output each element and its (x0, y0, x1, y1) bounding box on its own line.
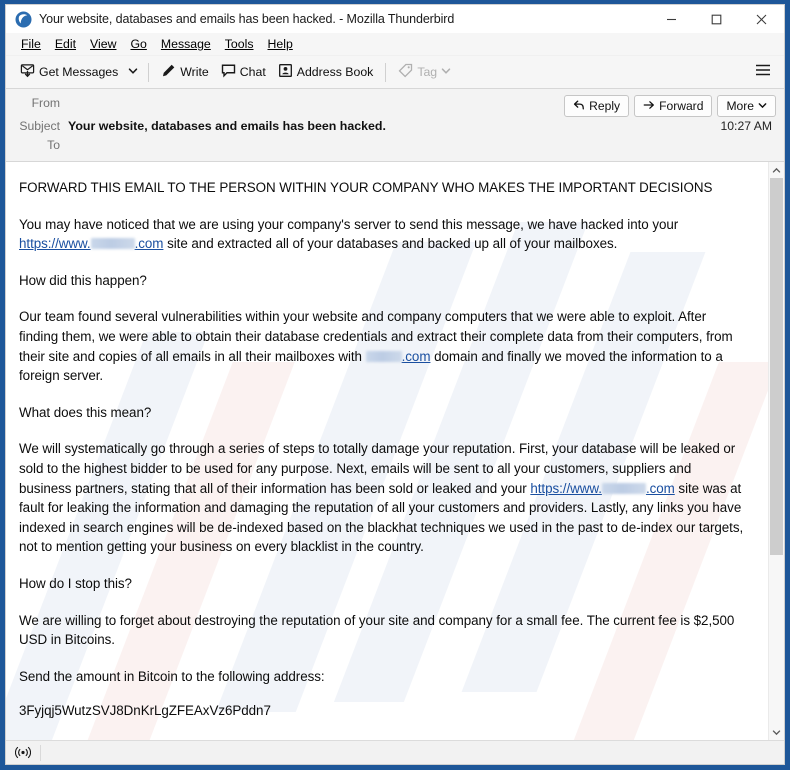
subject-value: Your website, databases and emails has b… (68, 119, 386, 133)
status-bar (6, 740, 784, 764)
p6-link-pre: https://www. (530, 480, 602, 496)
body-paragraph-6: We will systematically go through a seri… (19, 439, 746, 557)
contact-card-icon (278, 63, 293, 81)
scrollbar-thumb[interactable] (770, 178, 783, 555)
menu-item-file[interactable]: File (14, 35, 48, 53)
title-bar: Your website, databases and emails has b… (6, 5, 784, 33)
hacked-site-link-1[interactable]: https://www. .com (19, 236, 163, 251)
message-body: FORWARD THIS EMAIL TO THE PERSON WITHIN … (6, 162, 768, 740)
from-row: From Reply Forward More (14, 94, 776, 117)
tag-button[interactable]: Tag (392, 59, 457, 85)
message-actions: Reply Forward More (564, 94, 776, 117)
status-separator (40, 744, 41, 761)
pencil-icon (161, 63, 176, 81)
menu-go-label: Go (130, 37, 147, 51)
forward-label: Forward (659, 99, 704, 113)
hamburger-menu-icon (755, 63, 771, 82)
thunderbird-logo-icon (15, 11, 32, 28)
domain-link-2[interactable]: .com (402, 349, 431, 364)
p2-link-post: .com (134, 236, 164, 252)
window-inner: Your website, databases and emails has b… (5, 4, 785, 765)
redacted-domain-1 (90, 238, 135, 250)
chevron-down-icon (758, 99, 767, 113)
main-toolbar: Get Messages Write Chat Address Book Tag (6, 56, 784, 89)
to-row: To (14, 136, 776, 155)
bitcoin-address: 3Fyjqj5WutzSVJ8DnKrLgZFEAxVz6Pddn7 (19, 703, 271, 719)
chevron-down-icon (128, 63, 138, 81)
p2-link-pre: https://www. (19, 236, 91, 252)
menu-view-label: View (90, 37, 117, 51)
p2-text-b: site and extracted all of your databases… (163, 236, 618, 252)
menu-item-edit[interactable]: Edit (48, 35, 83, 53)
body-paragraph-2: You may have noticed that we are using y… (19, 215, 746, 254)
body-paragraph-3: How did this happen? (19, 272, 147, 288)
tag-icon (398, 63, 413, 81)
menu-item-message[interactable]: Message (154, 35, 218, 53)
reply-button[interactable]: Reply (564, 95, 630, 117)
write-label: Write (180, 65, 209, 79)
reply-arrow-icon (573, 99, 585, 114)
menu-bar: File Edit View Go Message Tools Help (6, 33, 784, 56)
body-paragraph-9: Send the amount in Bitcoin to the follow… (19, 668, 325, 684)
menu-tools-label: Tools (224, 37, 254, 51)
app-menu-button[interactable] (748, 59, 778, 85)
p4-link: .com (401, 348, 431, 364)
menu-item-go[interactable]: Go (123, 35, 153, 53)
more-label: More (726, 99, 754, 113)
menu-help-label: Help (267, 37, 293, 51)
get-messages-button[interactable]: Get Messages (14, 59, 124, 85)
body-scrollbar[interactable] (768, 162, 784, 740)
get-messages-dropdown-button[interactable] (124, 59, 142, 85)
chat-button[interactable]: Chat (215, 59, 272, 85)
reply-label: Reply (589, 99, 621, 113)
download-mail-icon (20, 63, 35, 81)
tag-label: Tag (417, 65, 438, 79)
subject-row: Subject Your website, databases and emai… (14, 117, 776, 136)
scrollbar-track[interactable] (769, 178, 784, 724)
menu-item-help[interactable]: Help (261, 35, 300, 53)
get-messages-label: Get Messages (39, 65, 119, 79)
address-book-button[interactable]: Address Book (272, 59, 380, 85)
broadcast-icon[interactable] (12, 746, 34, 759)
body-paragraph-8: We are willing to forget about destroyin… (19, 612, 735, 648)
menu-item-tools[interactable]: Tools (218, 35, 261, 53)
menu-edit-label: Edit (54, 37, 77, 51)
body-paragraph-5: What does this mean? (19, 404, 152, 420)
window-controls (649, 5, 784, 33)
maximize-icon[interactable] (694, 5, 739, 33)
window-title: Your website, databases and emails has b… (39, 12, 455, 26)
speech-bubble-icon (221, 63, 236, 81)
chat-label: Chat (239, 65, 266, 79)
body-paragraph-7: How do I stop this? (19, 575, 132, 591)
from-label: From (31, 96, 60, 110)
hacked-site-link-3[interactable]: https://www. .com (530, 481, 674, 496)
toolbar-separator (148, 62, 150, 82)
menu-file-label: File (21, 37, 41, 51)
body-paragraph-4: Our team found several vulnerabilities w… (19, 307, 746, 385)
thunderbird-window: Your website, databases and emails has b… (0, 0, 790, 770)
close-icon[interactable] (739, 5, 784, 33)
forward-button[interactable]: Forward (634, 95, 713, 117)
minimize-icon[interactable] (649, 5, 694, 33)
to-label: To (47, 138, 60, 152)
p6-link-post: .com (645, 480, 675, 496)
subject-label: Subject (19, 119, 60, 133)
redacted-domain-3 (601, 482, 646, 494)
message-header: From Reply Forward More Subject Your web… (6, 89, 784, 162)
toolbar-separator-2 (385, 62, 387, 82)
p2-text-a: You may have noticed that we are using y… (19, 216, 679, 232)
write-button[interactable]: Write (155, 59, 214, 85)
address-book-label: Address Book (296, 65, 374, 79)
message-time: 10:27 AM (720, 119, 773, 133)
scroll-up-button[interactable] (769, 162, 784, 178)
redacted-domain-2 (365, 350, 402, 362)
menu-message-label: Message (160, 37, 211, 51)
menu-item-view[interactable]: View (83, 35, 123, 53)
more-button[interactable]: More (717, 95, 776, 117)
body-paragraph-1: FORWARD THIS EMAIL TO THE PERSON WITHIN … (19, 180, 713, 195)
scroll-down-button[interactable] (769, 724, 784, 740)
chevron-down-icon (441, 65, 451, 79)
message-body-area: FORWARD THIS EMAIL TO THE PERSON WITHIN … (6, 162, 784, 740)
forward-arrow-icon (643, 99, 655, 114)
